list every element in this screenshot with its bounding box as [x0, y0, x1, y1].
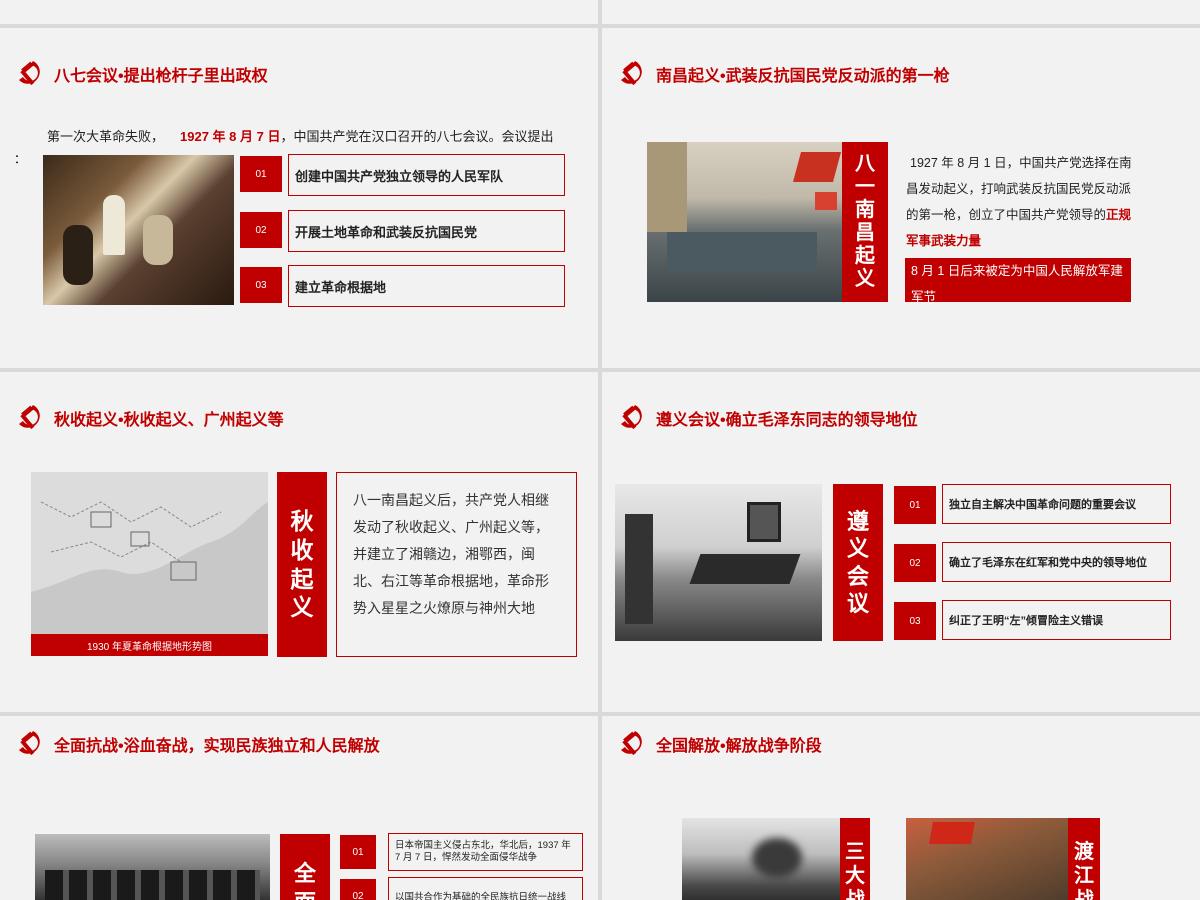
hammer-sickle-icon	[19, 61, 40, 86]
list-item: 创建中国共产党独立领导的人民军队	[288, 154, 565, 196]
meeting-room-photo	[615, 484, 822, 641]
slide-title-text: 八七会议•提出枪杆子里出政权	[54, 68, 268, 85]
vertical-label: 秋 收 起 义	[277, 472, 327, 657]
battle-photo	[682, 818, 840, 900]
vertical-label: 全 面	[280, 834, 330, 900]
item-number: 03	[894, 602, 936, 640]
vertical-label: 八 一 南 昌 起 义	[842, 142, 888, 302]
slide-title-text: 全国解放•解放战争阶段	[656, 738, 822, 755]
slide-national-liberation[interactable]: 全国解放•解放战争阶段 三 大 战 渡 江 战	[602, 716, 1200, 900]
intro-text: 第一次大革命失败， 1927 年 8 月 7 日，中国共产党在汉口召开的八七会议。…	[47, 129, 554, 144]
note-box: 8 月 1 日后来被定为中国人民解放军建军节	[905, 258, 1131, 302]
slide-title: 南昌起义•武装反抗国民党反动派的第一枪	[616, 58, 950, 90]
map-outline	[31, 501, 268, 634]
slide-title: 全面抗战•浴血奋战，实现民族独立和人民解放	[14, 728, 380, 760]
slide-title: 全国解放•解放战争阶段	[616, 728, 822, 760]
list-item: 纠正了王明“左”倾冒险主义错误	[942, 600, 1171, 640]
item-number: 02	[240, 212, 282, 248]
slide-title-text: 全面抗战•浴血奋战，实现民族独立和人民解放	[54, 738, 380, 755]
hammer-sickle-icon	[19, 731, 40, 756]
hammer-sickle-icon	[621, 405, 642, 430]
river-crossing-painting	[906, 818, 1068, 900]
vertical-label: 三 大 战	[840, 818, 870, 900]
description: 1927 年 8 月 1 日，中国共产党选择在南昌发动起义，打响武装反抗国民党反…	[906, 156, 1132, 248]
prev-slide-left[interactable]	[0, 0, 598, 24]
slide-title: 八七会议•提出枪杆子里出政权	[14, 58, 268, 90]
slide-zunyi-meeting[interactable]: 遵义会议•确立毛泽东同志的领导地位 遵 义 会 议 01 独立自主解决中国革命问…	[602, 372, 1200, 712]
vertical-label: 遵 义 会 议	[833, 484, 883, 641]
item-number: 01	[240, 156, 282, 192]
slide-autumn-harvest[interactable]: 秋收起义•秋收起义、广州起义等 1930 年夏革命根据地形势图 秋 收 起 义 …	[0, 372, 598, 712]
map-caption: 1930 年夏革命根据地形势图	[31, 634, 268, 656]
slide-title: 遵义会议•确立毛泽东同志的领导地位	[616, 402, 918, 434]
item-number: 02	[894, 544, 936, 582]
slide-title-text: 南昌起义•武装反抗国民党反动派的第一枪	[656, 68, 950, 85]
nanchang-painting	[647, 142, 844, 302]
slide-title-text: 秋收起义•秋收起义、广州起义等	[54, 412, 284, 429]
hammer-sickle-icon	[621, 61, 642, 86]
slide-full-resistance[interactable]: 全面抗战•浴血奋战，实现民族独立和人民解放 全 面 01 日本帝国主义侵占东北，…	[0, 716, 598, 900]
prev-slide-right[interactable]	[602, 0, 1200, 24]
slide-bayi-meeting[interactable]: 八七会议•提出枪杆子里出政权 第一次大革命失败， 1927 年 8 月 7 日，中…	[0, 28, 598, 368]
description-box: 八一南昌起义后，共产党人相继发动了秋收起义、广州起义等，并建立了湘赣边，湘鄂西，…	[336, 472, 577, 657]
list-item: 以国共合作为基础的全民族抗日统一战线	[388, 877, 583, 900]
slide-title: 秋收起义•秋收起义、广州起义等	[14, 402, 284, 434]
meeting-painting	[43, 155, 234, 305]
vertical-label: 渡 江 战	[1068, 818, 1100, 900]
intro-colon: ：	[14, 152, 27, 166]
hammer-sickle-icon	[19, 405, 40, 430]
list-item: 独立自主解决中国革命问题的重要会议	[942, 484, 1171, 524]
list-item: 日本帝国主义侵占东北，华北后，1937 年 7 月 7 日，悍然发动全面侵华战争	[388, 833, 583, 871]
slide-nanchang-uprising[interactable]: 南昌起义•武装反抗国民党反动派的第一枪 八 一 南 昌 起 义 1927 年 8…	[602, 28, 1200, 368]
item-number: 02	[340, 879, 376, 900]
hammer-sickle-icon	[621, 731, 642, 756]
slide-title-text: 遵义会议•确立毛泽东同志的领导地位	[656, 412, 918, 429]
item-number: 01	[894, 486, 936, 524]
list-item: 开展土地革命和武装反抗国民党	[288, 210, 565, 252]
item-number: 01	[340, 835, 376, 869]
intro-date: 1927 年 8 月 7 日	[180, 129, 281, 144]
list-item: 确立了毛泽东在红军和党中央的领导地位	[942, 542, 1171, 582]
list-item: 建立革命根据地	[288, 265, 565, 307]
item-number: 03	[240, 267, 282, 303]
base-area-map	[31, 472, 268, 634]
group-photo	[35, 834, 270, 900]
